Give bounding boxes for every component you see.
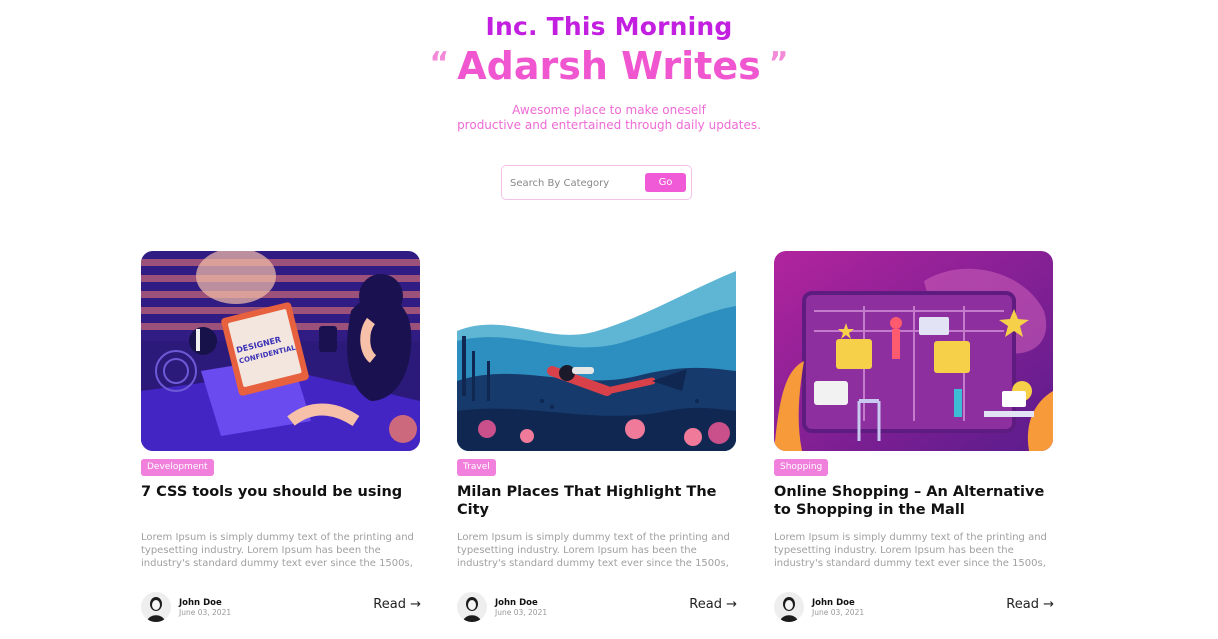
author-avatar-icon (141, 592, 171, 622)
post-excerpt: Lorem Ipsum is simply dummy text of the … (774, 532, 1047, 569)
designer-at-laptop-illustration: DESIGNER CONFIDENTIAL (141, 251, 420, 451)
post-card: Shopping Online Shopping – An Alternativ… (774, 251, 1054, 631)
category-badge[interactable]: Development (141, 459, 214, 476)
site-title-text: Adarsh Writes (457, 44, 761, 88)
tagline-line-2: productive and entertained through daily… (457, 118, 761, 132)
category-search-input[interactable] (510, 175, 640, 191)
post-card: DESIGNER CONFIDENTIAL Development 7 CSS … (141, 251, 421, 631)
author-name: John Doe (179, 598, 222, 608)
post-thumbnail[interactable] (774, 251, 1053, 451)
post-author: John Doe June 03, 2021 Read → (774, 591, 1054, 623)
category-badge[interactable]: Travel (457, 459, 496, 476)
open-quote-icon: “ (429, 46, 450, 81)
site-tagline: Awesome place to make oneself productive… (0, 103, 1218, 133)
site-kicker: Inc. This Morning (485, 12, 733, 41)
category-badge[interactable]: Shopping (774, 459, 829, 476)
avatar (141, 592, 171, 622)
post-card: Travel Milan Places That Highlight The C… (457, 251, 737, 631)
read-more-link[interactable]: Read → (1006, 597, 1054, 612)
site-title: “Adarsh Writes” (0, 44, 1218, 88)
post-excerpt: Lorem Ipsum is simply dummy text of the … (141, 532, 414, 569)
author-avatar-icon (774, 592, 804, 622)
post-date: June 03, 2021 (179, 608, 232, 617)
post-author: John Doe June 03, 2021 Read → (457, 591, 737, 623)
post-excerpt: Lorem Ipsum is simply dummy text of the … (457, 532, 730, 569)
category-search-box: Go (501, 165, 692, 200)
read-more-link[interactable]: Read → (373, 597, 421, 612)
scuba-diver-illustration (457, 251, 736, 451)
post-author: John Doe June 03, 2021 Read → (141, 591, 421, 623)
post-thumbnail[interactable]: DESIGNER CONFIDENTIAL (141, 251, 420, 451)
read-more-link[interactable]: Read → (689, 597, 737, 612)
tagline-line-1: Awesome place to make oneself (512, 103, 706, 117)
online-shopping-illustration (774, 251, 1053, 451)
post-date: June 03, 2021 (812, 608, 865, 617)
post-date: June 03, 2021 (495, 608, 548, 617)
avatar (774, 592, 804, 622)
post-title[interactable]: Online Shopping – An Alternative to Shop… (774, 483, 1054, 519)
author-name: John Doe (812, 598, 855, 608)
close-quote-icon: ” (768, 46, 789, 81)
author-avatar-icon (457, 592, 487, 622)
post-title[interactable]: Milan Places That Highlight The City (457, 483, 737, 519)
avatar (457, 592, 487, 622)
search-go-button[interactable]: Go (645, 173, 686, 192)
post-thumbnail[interactable] (457, 251, 736, 451)
post-title[interactable]: 7 CSS tools you should be using (141, 483, 421, 501)
author-name: John Doe (495, 598, 538, 608)
